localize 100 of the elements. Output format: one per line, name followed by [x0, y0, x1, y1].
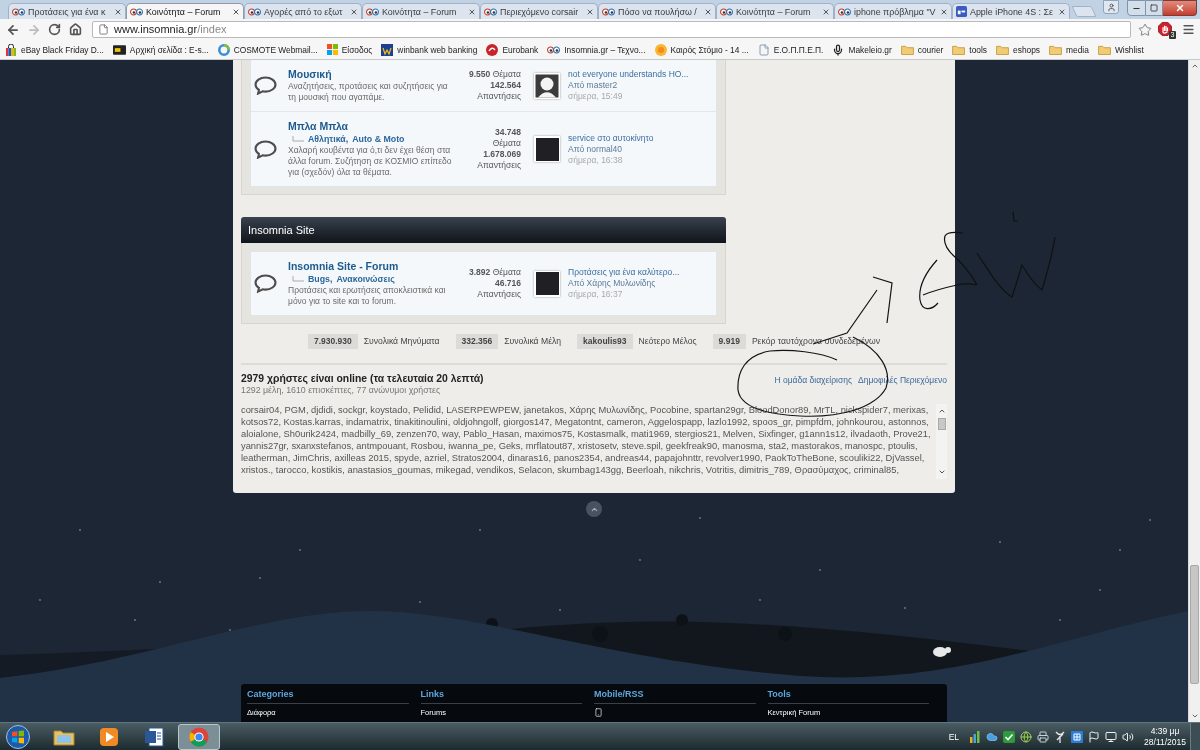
stat-value: 7.930.930 — [307, 334, 358, 349]
folder-icon — [1049, 44, 1063, 55]
bookmark-link[interactable]: Insomnia.gr – Τεχνο... — [547, 44, 646, 55]
back-button[interactable] — [5, 22, 20, 37]
online-users-summary: 1292 μέλη, 1610 επισκέπτες, 77 ανώνυμοι χρήστες — [241, 385, 442, 396]
scroll-up-icon — [937, 407, 946, 415]
bookmark-folder[interactable]: media — [1049, 44, 1089, 55]
scrollbar-thumb[interactable] — [937, 418, 946, 430]
cloud-icon[interactable] — [986, 730, 999, 743]
bookmark-link[interactable]: Makeleio.gr — [832, 43, 892, 56]
online-section-link[interactable]: Η ομάδα διαχείρισης — [774, 375, 852, 386]
close-icon — [704, 7, 712, 16]
menu-button[interactable] — [1181, 22, 1196, 37]
bookmark-link[interactable]: Ε.Ο.Π.Π.Ε.Π. — [757, 43, 824, 56]
subforum-link[interactable]: Auto & Moto — [352, 133, 405, 145]
tab-close-button[interactable] — [822, 7, 830, 16]
browser-tab[interactable]: Περιεχόμενο corsair — [480, 3, 598, 19]
clock-date[interactable]: 28/11/2015 — [1144, 736, 1186, 748]
last-post-link[interactable]: service στο αυτοκίνητο — [568, 132, 654, 144]
eyes-icon — [366, 7, 379, 16]
address-field[interactable]: www.insomnia.gr/index — [92, 21, 1131, 38]
bookmark-folder[interactable]: tools — [952, 44, 988, 55]
close-button[interactable] — [1163, 0, 1197, 16]
start-button[interactable] — [5, 723, 31, 750]
ring-logo-icon — [189, 726, 209, 747]
close-icon — [1174, 3, 1185, 13]
forum-title-link[interactable]: Μπλα Μπλα — [288, 120, 454, 133]
reload-button[interactable] — [47, 22, 62, 37]
tab-close-button[interactable] — [1058, 7, 1066, 16]
browser-tab[interactable]: Πόσο να πουλήσω / — [598, 3, 716, 19]
subforum-link[interactable]: Ανακοινώσεις — [336, 273, 395, 285]
bookmark-link[interactable]: COSMOTE Webmail... — [217, 43, 318, 56]
flag-icon[interactable] — [1088, 730, 1101, 743]
star-icon — [1137, 22, 1152, 37]
document-icon — [144, 726, 164, 747]
ring-icon — [217, 43, 230, 56]
browser-tab[interactable]: Κοινότητα – Forum — [126, 3, 244, 19]
bookmark-folder[interactable]: courier — [900, 44, 944, 55]
printer-icon[interactable] — [1037, 730, 1050, 743]
minimize-button[interactable] — [1127, 0, 1146, 16]
close-icon — [822, 7, 830, 16]
clock-time[interactable]: 4:39 μμ — [1150, 725, 1180, 737]
stat-label: Συνολικά Μέλη — [504, 336, 562, 347]
close-icon — [468, 7, 476, 16]
profile-button[interactable] — [1103, 0, 1119, 14]
eyes-icon — [130, 7, 143, 16]
grid-tile-icon[interactable] — [1071, 730, 1084, 743]
bar-chart-icon[interactable] — [969, 730, 982, 743]
tab-close-button[interactable] — [232, 7, 240, 16]
forum-title-link[interactable]: Μουσική — [288, 68, 454, 81]
card-icon — [112, 44, 126, 55]
monitor-icon[interactable] — [1105, 730, 1118, 743]
bookmark-folder[interactable]: eshops — [996, 44, 1041, 55]
tile-icon — [956, 6, 967, 17]
last-post-time: σήμερα, 15:49 — [568, 91, 624, 102]
bookmark-folder[interactable]: Wishlist — [1097, 44, 1144, 55]
browser-tab[interactable]: Προτάσεις για ένα κ — [8, 3, 126, 19]
home-button[interactable] — [68, 22, 83, 37]
browser-tab[interactable]: Αγορές από το εξωτ — [244, 3, 362, 19]
scroll-down-icon — [1190, 712, 1199, 720]
page-scrollbar[interactable] — [1188, 60, 1200, 722]
bookmark-link[interactable]: Αρχική σελίδα : E-s... — [112, 44, 209, 55]
subforum-link[interactable]: Αθλητικά, — [308, 133, 349, 145]
tab-close-button[interactable] — [940, 7, 948, 16]
close-icon — [940, 7, 948, 16]
language-indicator[interactable]: EL — [948, 731, 960, 742]
speech-bubble-icon — [254, 76, 277, 95]
tab-close-button[interactable] — [350, 7, 358, 16]
footer-heading: Categories — [247, 689, 295, 700]
person-icon — [1106, 2, 1116, 12]
bookmark-link[interactable]: winbank web banking — [381, 43, 478, 56]
folder-icon — [53, 727, 75, 746]
browser-tab[interactable]: Κοινότητα – Forum — [716, 3, 834, 19]
globe-icon[interactable] — [1020, 730, 1033, 743]
speaker-icon[interactable] — [1122, 730, 1135, 743]
bookmark-link[interactable]: Eurobank — [486, 43, 539, 56]
scroll-top-button[interactable] — [586, 501, 602, 517]
last-post-link[interactable]: not everyone understands HO... — [568, 69, 689, 80]
check-icon[interactable] — [1003, 730, 1016, 743]
browser-tab[interactable]: Apple iPhone 4S : Σε — [952, 3, 1070, 19]
folder-icon — [996, 44, 1010, 55]
tab-close-button[interactable] — [586, 7, 594, 16]
bookmark-link[interactable]: Είσοδος — [326, 44, 373, 55]
subforum-link[interactable]: Bugs, — [308, 273, 333, 285]
scrollbar-thumb[interactable] — [1190, 565, 1199, 684]
scroll-up-icon — [1190, 62, 1199, 70]
forum-title-link[interactable]: Insomnia Site - Forum — [288, 260, 454, 273]
bookmark-star-button[interactable] — [1137, 22, 1152, 37]
list-scrollbar[interactable] — [936, 404, 947, 479]
tab-close-button[interactable] — [114, 7, 122, 16]
silhouette-avatar — [534, 72, 560, 99]
browser-tab[interactable]: Κοινότητα – Forum — [362, 3, 480, 19]
page-icon — [757, 43, 770, 56]
last-post-link[interactable]: Προτάσεις για ένα καλύτερο... — [568, 267, 680, 278]
tab-close-button[interactable] — [468, 7, 476, 16]
bookmark-link[interactable]: Καιρός Στόμιο - 14 ... — [654, 43, 749, 56]
browser-tab[interactable]: iphone πρόβλημα "V — [834, 3, 952, 19]
bookmark-link[interactable]: eBay Black Friday D... — [5, 43, 104, 56]
antenna-icon[interactable] — [1054, 730, 1067, 743]
tab-close-button[interactable] — [704, 7, 712, 16]
